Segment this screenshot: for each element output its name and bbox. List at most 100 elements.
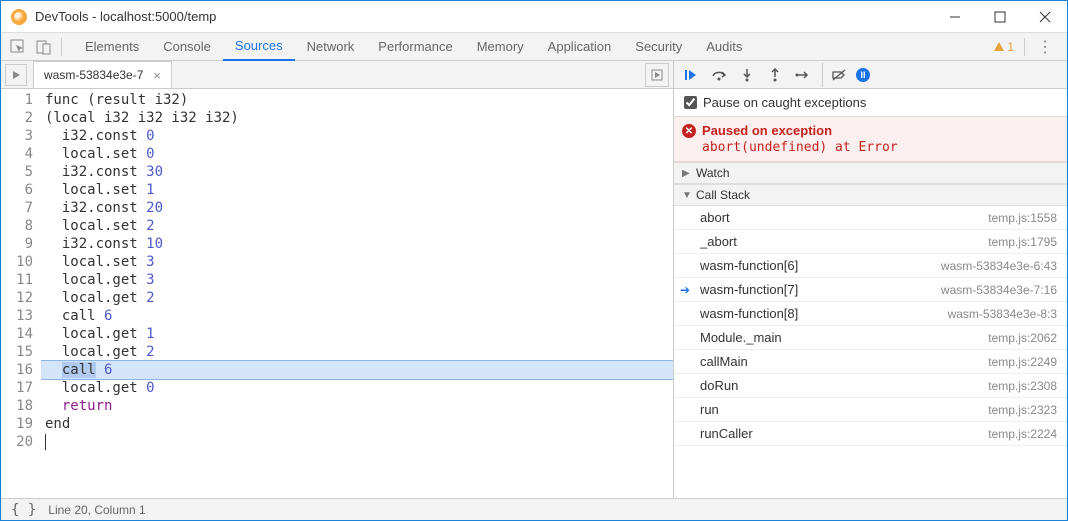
frame-location: temp.js:2308 — [988, 379, 1057, 393]
callstack-section-header[interactable]: ▼ Call Stack — [674, 184, 1067, 206]
code-line[interactable]: local.set 2 — [41, 217, 673, 235]
tab-elements[interactable]: Elements — [73, 33, 151, 61]
file-tab[interactable]: wasm-53834e3e-7 × — [33, 61, 172, 88]
watch-section-header[interactable]: ▶ Watch — [674, 162, 1067, 184]
pause-on-caught-label: Pause on caught exceptions — [703, 95, 866, 110]
minimize-button[interactable] — [932, 2, 977, 32]
callstack-frame[interactable]: abort temp.js:1558 — [674, 206, 1067, 230]
debugger-toolbar: II — [674, 61, 1067, 89]
run-snippet-icon[interactable] — [645, 63, 669, 87]
frame-location: wasm-53834e3e-7:16 — [941, 283, 1057, 297]
expand-icon: ▼ — [682, 190, 692, 201]
sources-panel: wasm-53834e3e-7 × 1234567891011121314151… — [1, 61, 674, 498]
callstack-frame[interactable]: wasm-function[6] wasm-53834e3e-6:43 — [674, 254, 1067, 278]
frame-location: wasm-53834e3e-6:43 — [941, 259, 1057, 273]
inspect-icon[interactable] — [5, 34, 31, 60]
device-toggle-icon[interactable] — [31, 34, 57, 60]
frame-function: Module._main — [700, 330, 782, 345]
current-frame-icon: ➔ — [680, 283, 690, 297]
warning-badge[interactable]: 1 — [993, 40, 1014, 54]
code-line[interactable]: i32.const 0 — [41, 127, 673, 145]
code-line[interactable]: return — [41, 397, 673, 415]
tab-application[interactable]: Application — [536, 33, 624, 61]
more-menu-icon[interactable]: ⋮ — [1027, 37, 1063, 57]
exception-message: abort(undefined) at Error — [702, 140, 1059, 155]
cursor-position: Line 20, Column 1 — [48, 503, 145, 517]
window-titlebar: DevTools - localhost:5000/temp — [1, 1, 1067, 33]
callstack-frame[interactable]: callMain temp.js:2249 — [674, 350, 1067, 374]
tab-network[interactable]: Network — [295, 33, 367, 61]
callstack-frame[interactable]: wasm-function[8] wasm-53834e3e-8:3 — [674, 302, 1067, 326]
tab-security[interactable]: Security — [623, 33, 694, 61]
step-over-button[interactable] — [706, 63, 732, 87]
status-bar: { } Line 20, Column 1 — [1, 498, 1067, 520]
code-line[interactable]: i32.const 20 — [41, 199, 673, 217]
code-line[interactable]: func (result i32) — [41, 91, 673, 109]
pause-on-caught-checkbox[interactable]: Pause on caught exceptions — [674, 89, 1067, 117]
error-icon: ✕ — [682, 124, 696, 138]
braces-icon[interactable]: { } — [11, 502, 36, 518]
callstack-frame[interactable]: Module._main temp.js:2062 — [674, 326, 1067, 350]
step-out-button[interactable] — [762, 63, 788, 87]
frame-function: doRun — [700, 378, 738, 393]
code-line[interactable]: i32.const 30 — [41, 163, 673, 181]
debugger-panel: II Pause on caught exceptions ✕ Paused o… — [674, 61, 1067, 498]
window-title: DevTools - localhost:5000/temp — [35, 9, 932, 24]
code-line[interactable]: local.set 0 — [41, 145, 673, 163]
devtools-app-icon — [11, 9, 27, 25]
frame-function: abort — [700, 210, 730, 225]
frame-location: temp.js:1558 — [988, 211, 1057, 225]
warning-count: 1 — [1007, 40, 1014, 54]
pause-on-exceptions-button[interactable]: II — [850, 63, 876, 87]
callstack-frame[interactable]: ➔ wasm-function[7] wasm-53834e3e-7:16 — [674, 278, 1067, 302]
callstack-frame[interactable]: doRun temp.js:2308 — [674, 374, 1067, 398]
frame-location: wasm-53834e3e-8:3 — [948, 307, 1057, 321]
callstack-label: Call Stack — [696, 188, 750, 202]
file-tab-bar: wasm-53834e3e-7 × — [1, 61, 673, 89]
code-line[interactable]: call 6 — [41, 307, 673, 325]
code-line[interactable]: end — [41, 415, 673, 433]
navigator-toggle-icon[interactable] — [5, 64, 27, 86]
frame-function: run — [700, 402, 719, 417]
code-line[interactable]: local.get 0 — [41, 379, 673, 397]
close-button[interactable] — [1022, 2, 1067, 32]
tab-sources[interactable]: Sources — [223, 33, 295, 61]
frame-function: wasm-function[6] — [700, 258, 798, 273]
resume-button[interactable] — [678, 63, 704, 87]
code-line[interactable]: local.get 2 — [41, 343, 673, 361]
deactivate-breakpoints-button[interactable] — [822, 63, 848, 87]
frame-function: wasm-function[8] — [700, 306, 798, 321]
code-editor[interactable]: 1234567891011121314151617181920 func (re… — [1, 89, 673, 498]
frame-location: temp.js:2249 — [988, 355, 1057, 369]
code-line[interactable] — [41, 433, 673, 451]
frame-location: temp.js:2323 — [988, 403, 1057, 417]
step-into-button[interactable] — [734, 63, 760, 87]
code-line[interactable]: call 6 — [41, 360, 673, 380]
close-tab-icon[interactable]: × — [149, 68, 165, 83]
code-line[interactable]: local.get 1 — [41, 325, 673, 343]
watch-label: Watch — [696, 166, 730, 180]
frame-location: temp.js:2224 — [988, 427, 1057, 441]
frame-location: temp.js:2062 — [988, 331, 1057, 345]
callstack-frame[interactable]: run temp.js:2323 — [674, 398, 1067, 422]
code-line[interactable]: local.set 1 — [41, 181, 673, 199]
collapse-icon: ▶ — [682, 168, 692, 179]
frame-function: wasm-function[7] — [700, 282, 798, 297]
frame-function: callMain — [700, 354, 748, 369]
tab-console[interactable]: Console — [151, 33, 223, 61]
code-line[interactable]: (local i32 i32 i32 i32) — [41, 109, 673, 127]
callstack-frame[interactable]: _aborttemp.js:1795 — [674, 230, 1067, 254]
callstack-frame[interactable]: runCallertemp.js:2224 — [674, 422, 1067, 446]
step-button[interactable] — [790, 63, 816, 87]
code-line[interactable]: local.set 3 — [41, 253, 673, 271]
tab-performance[interactable]: Performance — [366, 33, 464, 61]
maximize-button[interactable] — [977, 2, 1022, 32]
frame-location: temp.js:1795 — [988, 235, 1057, 249]
tab-memory[interactable]: Memory — [465, 33, 536, 61]
file-tab-name: wasm-53834e3e-7 — [44, 68, 143, 82]
code-line[interactable]: local.get 2 — [41, 289, 673, 307]
tab-audits[interactable]: Audits — [694, 33, 754, 61]
code-line[interactable]: local.get 3 — [41, 271, 673, 289]
code-line[interactable]: i32.const 10 — [41, 235, 673, 253]
pause-on-caught-input[interactable] — [684, 96, 697, 109]
